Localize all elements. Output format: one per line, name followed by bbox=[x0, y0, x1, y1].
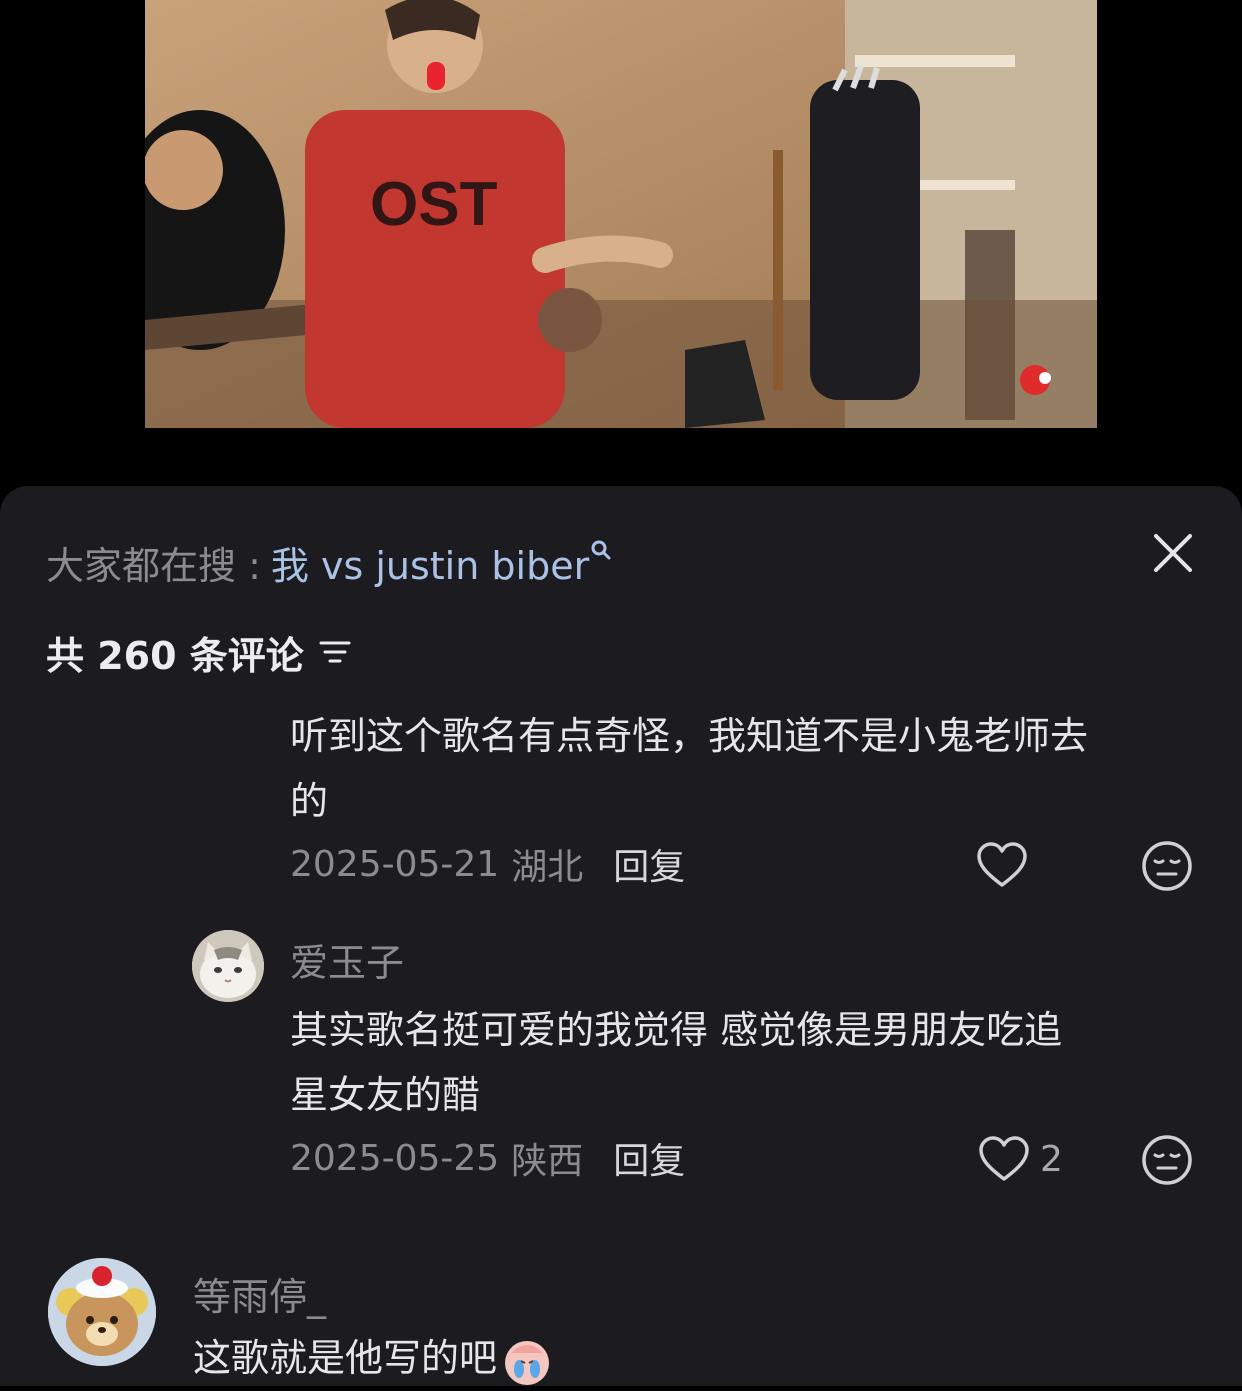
heart-icon bbox=[979, 1136, 1029, 1181]
like-button[interactable]: 2 bbox=[978, 1135, 1063, 1183]
comment-meta: 2025-05-25 陕西 回复 bbox=[290, 1130, 685, 1186]
video-frame[interactable]: OST bbox=[145, 0, 1097, 428]
comment-text-line: 这歌就是他写的吧 bbox=[193, 1336, 498, 1380]
comment-text[interactable]: 其实歌名挺可爱的我觉得 感觉像是男朋友吃追 星女友的醋 bbox=[290, 998, 1210, 1128]
comment-username[interactable]: 爱玉子 bbox=[290, 932, 404, 987]
comment-text-line: 其实歌名挺可爱的我觉得 感觉像是男朋友吃追 bbox=[290, 1008, 1063, 1052]
reply-button[interactable]: 回复 bbox=[613, 1132, 685, 1184]
comment-text-line: 的 bbox=[290, 779, 329, 823]
comment-text-line: 听到这个歌名有点奇怪，我知道不是小鬼老师去 bbox=[290, 714, 1089, 758]
crying-emoji-icon bbox=[505, 1340, 550, 1385]
video-still-image: OST bbox=[145, 0, 1097, 428]
meh-face-icon[interactable] bbox=[1141, 840, 1193, 892]
cat-avatar-image bbox=[192, 930, 264, 1002]
bear-avatar-image bbox=[48, 1258, 156, 1366]
meh-face-icon[interactable] bbox=[1141, 1134, 1193, 1186]
like-count: 2 bbox=[1040, 1138, 1063, 1180]
video-player[interactable]: OST bbox=[0, 0, 1242, 486]
heart-icon bbox=[977, 842, 1027, 887]
comment-username[interactable]: 等雨停_ bbox=[193, 1266, 326, 1321]
comment-text-line: 星女友的醋 bbox=[290, 1073, 481, 1117]
comment-text[interactable]: 听到这个歌名有点奇怪，我知道不是小鬼老师去 的 bbox=[290, 704, 1210, 834]
search-suggestion-prefix: 大家都在搜 : bbox=[46, 543, 261, 588]
comment-date: 2025-05-21 bbox=[290, 843, 500, 885]
search-suggestion[interactable]: 大家都在搜 : 我 vs justin biber bbox=[46, 534, 611, 590]
comment-text[interactable]: 这歌就是他写的吧 bbox=[193, 1326, 1093, 1391]
like-button[interactable] bbox=[976, 841, 1038, 889]
svg-text:OST: OST bbox=[370, 170, 498, 239]
filter-icon[interactable] bbox=[318, 635, 352, 669]
avatar[interactable] bbox=[192, 930, 264, 1002]
reply-button[interactable]: 回复 bbox=[613, 838, 685, 890]
search-suggestion-query[interactable]: 我 vs justin biber bbox=[271, 535, 589, 590]
avatar[interactable] bbox=[48, 1258, 156, 1366]
close-icon[interactable] bbox=[1146, 526, 1200, 580]
comment-count-text: 共 260 条评论 bbox=[46, 633, 304, 678]
comment-meta: 2025-05-21 湖北 回复 bbox=[290, 836, 685, 892]
comment-date: 2025-05-25 bbox=[290, 1137, 500, 1179]
comment-location: 陕西 bbox=[511, 1141, 584, 1182]
comment-sheet: 大家都在搜 : 我 vs justin biber 共 260 条评论 听到这个… bbox=[0, 486, 1242, 1386]
comment-location: 湖北 bbox=[511, 847, 584, 888]
search-icon[interactable] bbox=[591, 540, 611, 562]
comment-count-header: 共 260 条评论 bbox=[46, 624, 352, 680]
